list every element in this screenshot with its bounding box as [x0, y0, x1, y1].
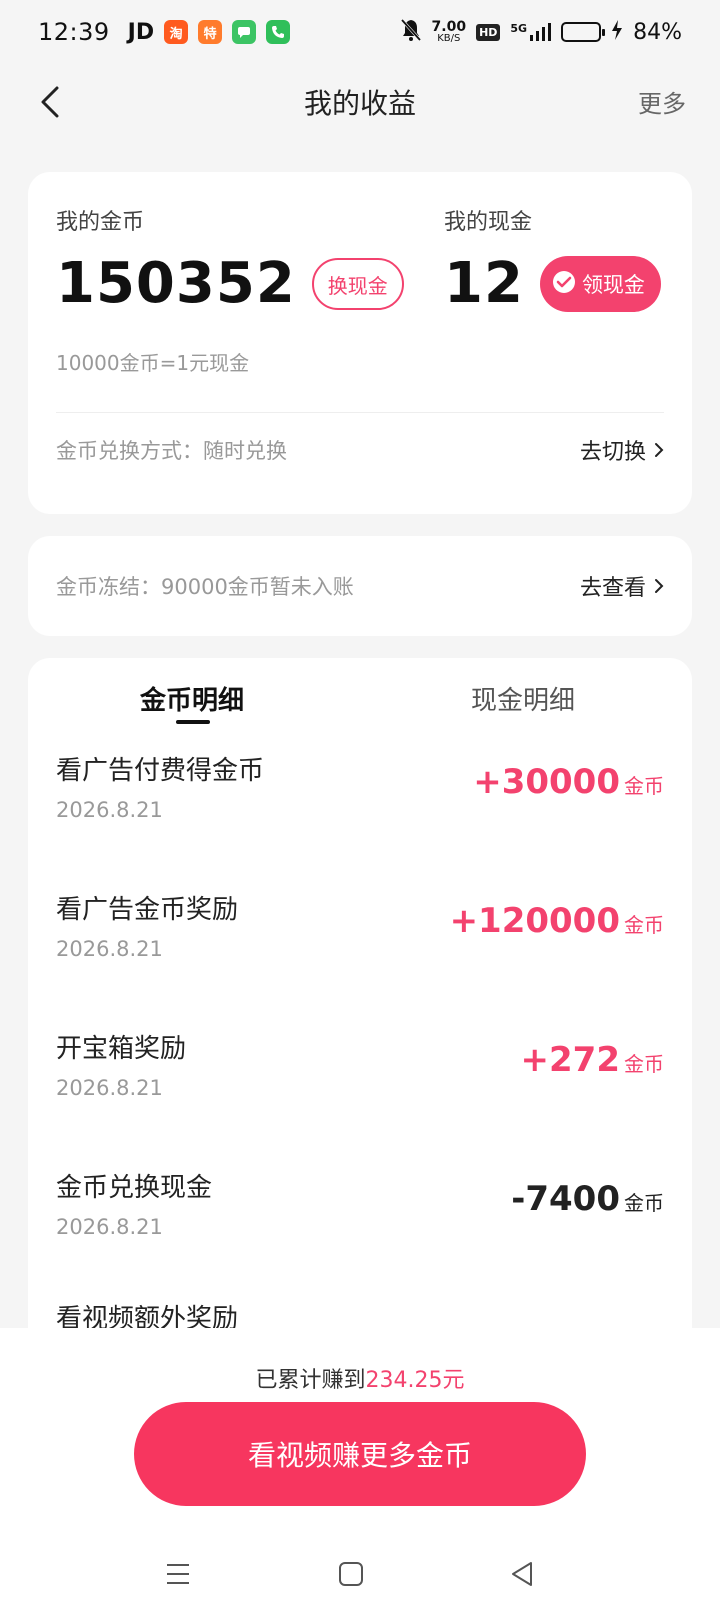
- coin-balance: 150352: [56, 251, 296, 316]
- list-item: 看广告付费得金币 2026.8.21 +30000 金币: [28, 742, 692, 881]
- app-header: 我的收益 更多: [0, 64, 720, 140]
- wechat-pay-icon: [552, 270, 576, 299]
- tx-date: 2026.8.21: [56, 1076, 163, 1100]
- total-earned: 已累计赚到234.25元: [255, 1368, 465, 1393]
- tx-amount: +272 金币: [520, 1040, 664, 1080]
- mute-icon: [400, 18, 422, 46]
- back-icon[interactable]: [30, 82, 70, 122]
- signal-icon: 5G: [510, 22, 552, 42]
- page-title: 我的收益: [303, 87, 416, 120]
- hd-badge: HD: [476, 23, 501, 41]
- status-time: 12:39: [38, 18, 110, 46]
- coin-section: 我的金币 150352 换现金: [56, 204, 404, 314]
- total-earned-amount: 234.25元: [365, 1368, 465, 1393]
- active-tab-indicator: [176, 720, 210, 724]
- frozen-coins-card[interactable]: 金币冻结：90000金币暂未入账 去查看: [28, 536, 692, 636]
- detail-tabs: 金币明细 现金明细: [28, 658, 692, 742]
- exchange-rate-note: 10000金币=1元现金: [56, 351, 250, 375]
- battery-percent: 84%: [633, 19, 682, 45]
- transaction-list: 看广告付费得金币 2026.8.21 +30000 金币 看广告金币奖励 2026…: [28, 742, 692, 1298]
- tx-date: 2026.8.21: [56, 798, 163, 822]
- tx-title: 金币兑换现金: [56, 1173, 213, 1203]
- status-bar: 12:39 JD 淘 特 7.00 KB/S HD 5G 84%: [0, 0, 720, 64]
- withdraw-cash-button[interactable]: 领现金: [539, 256, 661, 312]
- chevron-right-icon: [655, 443, 664, 457]
- tx-title: 开宝箱奖励: [56, 1034, 187, 1064]
- cash-balance: 12: [444, 251, 524, 316]
- chevron-right-icon: [655, 579, 664, 593]
- battery-icon: [561, 22, 606, 42]
- list-item: 开宝箱奖励 2026.8.21 +272 金币: [28, 1020, 692, 1159]
- tx-title: 看广告金币奖励: [56, 895, 239, 925]
- coin-label: 我的金币: [56, 210, 145, 235]
- list-item: 看广告金币奖励 2026.8.21 +120000 金币: [28, 881, 692, 1020]
- tx-amount: +30000 金币: [473, 762, 664, 802]
- tab-cash-detail[interactable]: 现金明细: [471, 680, 575, 717]
- tx-amount: +120000 金币: [449, 901, 664, 941]
- home-icon[interactable]: [331, 1554, 371, 1594]
- tx-title: 看广告付费得金币: [56, 756, 265, 786]
- taobao-icon: 淘: [164, 20, 189, 44]
- network-speed: 7.00 KB/S: [431, 19, 467, 44]
- carrier-label: JD: [127, 19, 155, 45]
- system-nav-bar: [0, 1546, 720, 1612]
- tx-date: 2026.8.21: [56, 937, 163, 961]
- bottom-panel: 已累计赚到234.25元 看视频赚更多金币: [0, 1328, 720, 1612]
- phone-icon: [266, 20, 291, 44]
- watch-video-button[interactable]: 看视频赚更多金币: [134, 1402, 586, 1506]
- tab-coin-detail[interactable]: 金币明细: [140, 680, 244, 717]
- back-nav-icon[interactable]: [502, 1554, 542, 1594]
- tx-date: 2026.8.21: [56, 1215, 163, 1239]
- divider: [56, 412, 664, 413]
- cash-label: 我的现金: [444, 210, 533, 235]
- exchange-mode-row[interactable]: 金币兑换方式：随时兑换 去切换: [56, 434, 664, 466]
- exchange-mode-label: 金币兑换方式：随时兑换: [56, 439, 287, 463]
- charging-icon: [611, 20, 623, 44]
- cash-section: 我的现金 12 领现金: [444, 204, 661, 314]
- more-button[interactable]: 更多: [638, 84, 686, 119]
- taobao-special-icon: 特: [198, 20, 223, 44]
- menu-icon[interactable]: [158, 1554, 198, 1594]
- exchange-cash-button[interactable]: 换现金: [311, 258, 404, 310]
- tx-amount: -7400 金币: [511, 1179, 664, 1219]
- view-frozen-link[interactable]: 去查看: [580, 570, 664, 602]
- switch-mode-link[interactable]: 去切换: [580, 434, 664, 466]
- frozen-coins-label: 金币冻结：90000金币暂未入账: [56, 575, 354, 599]
- messages-icon: [232, 20, 257, 44]
- earnings-card: 我的金币 150352 换现金 我的现金 12 领现金 10000金币=1元现金…: [28, 172, 692, 514]
- withdraw-cash-label: 领现金: [581, 273, 645, 297]
- list-item: 金币兑换现金 2026.8.21 -7400 金币: [28, 1159, 692, 1298]
